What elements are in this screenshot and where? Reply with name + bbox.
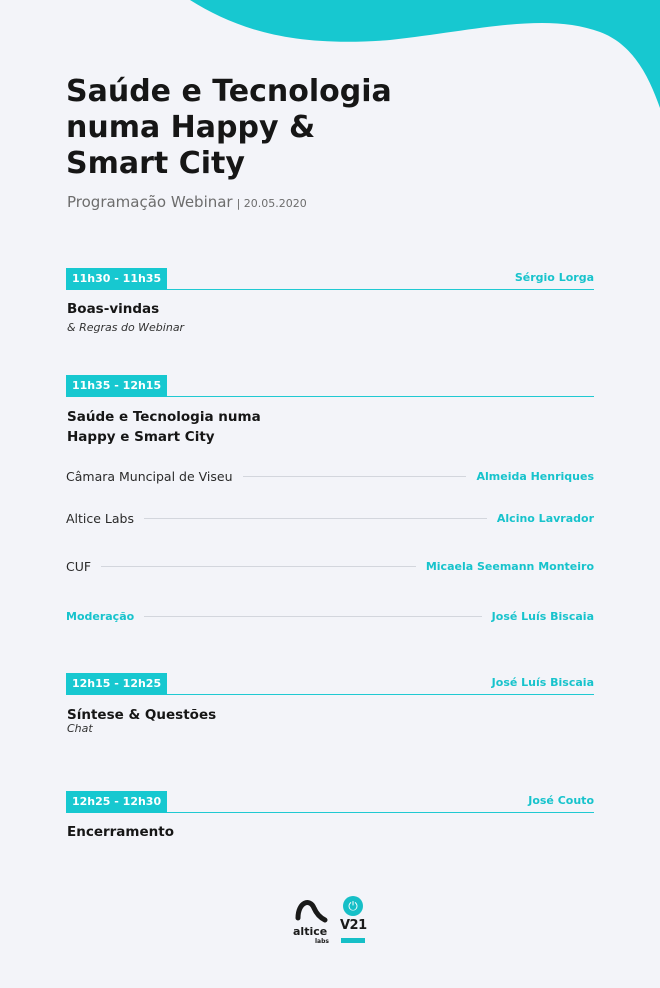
session-header: 11h35 - 12h15	[66, 375, 594, 397]
time-badge: 11h35 - 12h15	[66, 375, 168, 397]
leader-line	[144, 517, 487, 519]
session-title: Saúde e Tecnologia numa Happy e Smart Ci…	[67, 407, 261, 447]
participant-org: Altice Labs	[66, 510, 135, 526]
labs-wordmark: labs	[315, 938, 329, 945]
session-title-line: Saúde e Tecnologia numa	[67, 409, 261, 425]
title-line: Saúde e Tecnologia	[66, 74, 392, 109]
page-title: Saúde e Tecnologia numa Happy & Smart Ci…	[66, 74, 446, 182]
session-title-line: Encerramento	[67, 824, 174, 840]
participant-row: Câmara Muncipal de Viseu Almeida Henriqu…	[66, 468, 594, 484]
session-header: 12h25 - 12h30 José Couto	[66, 791, 594, 813]
v21-wordmark: V21	[340, 918, 367, 933]
leader-line	[101, 565, 416, 567]
session-title-line: Happy e Smart City	[67, 429, 215, 445]
speaker-name: Sérgio Lorga	[514, 271, 594, 284]
altice-labs-logo: altice labs	[290, 894, 334, 948]
session-header: 11h30 - 11h35 Sérgio Lorga	[66, 268, 594, 290]
session-title: Boas-vindas	[67, 299, 159, 319]
time-badge: 11h30 - 11h35	[66, 268, 168, 290]
time-badge: 12h15 - 12h25	[66, 673, 168, 695]
session-subtitle: & Regras do Webinar	[67, 321, 185, 334]
altice-swoosh-icon	[295, 900, 328, 923]
participant-name: Almeida Henriques	[476, 469, 594, 483]
v21-logo: ⏻ V21	[340, 894, 370, 948]
leader-line	[242, 475, 467, 477]
session-subtitle: Chat	[67, 722, 93, 735]
title-line: numa Happy &	[66, 110, 316, 145]
participant-name: José Luís Biscaia	[491, 609, 594, 623]
participant-name: Alcino Lavrador	[496, 511, 594, 525]
time-badge: 12h25 - 12h30	[66, 791, 168, 813]
speaker-name: José Couto	[528, 794, 594, 807]
footer-logos: altice labs ⏻ V21	[290, 894, 380, 954]
participant-row: Moderação José Luís Biscaia	[66, 608, 594, 624]
page-subtitle: Programação Webinar | 20.05.2020	[67, 193, 307, 211]
participant-row: CUF Micaela Seemann Monteiro	[66, 558, 594, 574]
altice-wordmark: altice	[293, 925, 328, 938]
session-title: Encerramento	[67, 822, 174, 842]
session-title-line: Boas-vindas	[67, 301, 160, 317]
speaker-name: José Luís Biscaia	[491, 676, 594, 689]
v21-bar	[341, 938, 365, 943]
participant-org: CUF	[66, 558, 92, 574]
power-icon: ⏻	[343, 896, 363, 916]
subtitle-text: Programação Webinar	[67, 193, 233, 211]
leader-line	[144, 615, 482, 617]
event-date: | 20.05.2020	[236, 197, 307, 210]
participant-name: Micaela Seemann Monteiro	[425, 559, 594, 573]
title-line: Smart City	[66, 146, 245, 181]
participant-row: Altice Labs Alcino Lavrador	[66, 510, 594, 526]
participant-org: Câmara Muncipal de Viseu	[66, 468, 233, 484]
session-header: 12h15 - 12h25 José Luís Biscaia	[66, 673, 594, 695]
moderator-label: Moderação	[66, 609, 135, 623]
